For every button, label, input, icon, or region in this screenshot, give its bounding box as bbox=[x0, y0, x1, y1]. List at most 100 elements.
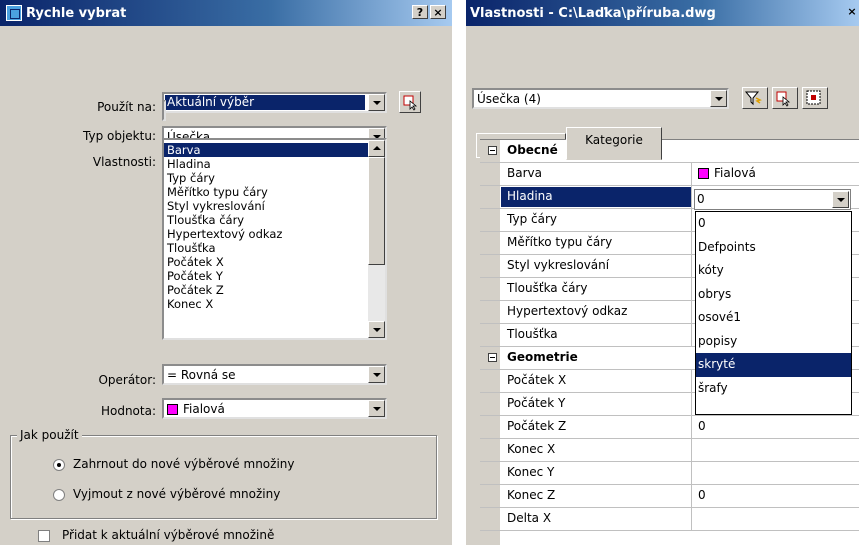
append-checkbox-label[interactable]: Přidat k aktuální výběrové množině bbox=[62, 528, 274, 542]
column-divider bbox=[691, 163, 692, 185]
column-divider bbox=[691, 393, 692, 415]
column-divider bbox=[691, 439, 692, 461]
scroll-up-icon[interactable] bbox=[368, 140, 385, 157]
object-type-label: Typ objektu: bbox=[83, 129, 156, 143]
value-text: Fialová bbox=[183, 402, 225, 416]
column-divider bbox=[691, 324, 692, 346]
property-name: Delta X bbox=[507, 511, 552, 525]
column-divider bbox=[691, 232, 692, 254]
layer-option[interactable]: kóty bbox=[696, 259, 851, 283]
property-row[interactable]: Konec Y bbox=[480, 462, 859, 485]
how-to-apply-label: Jak použít bbox=[17, 428, 82, 442]
close-button[interactable]: × bbox=[844, 5, 859, 19]
properties-titlebar[interactable]: Vlastnosti - C:\Laďka\příruba.dwg × bbox=[466, 0, 859, 26]
property-list-item[interactable]: Hladina bbox=[164, 157, 385, 171]
layer-option[interactable]: šrafy bbox=[696, 377, 851, 401]
append-checkbox[interactable] bbox=[38, 530, 50, 542]
select-objects-button[interactable] bbox=[399, 91, 421, 113]
exclude-radio[interactable] bbox=[53, 489, 65, 501]
property-row[interactable]: Konec X bbox=[480, 439, 859, 462]
layer-option[interactable]: obrys bbox=[696, 283, 851, 307]
select-objects-icon bbox=[776, 91, 791, 107]
scroll-down-icon[interactable] bbox=[368, 321, 385, 338]
property-list-item[interactable]: Hypertextový odkaz bbox=[164, 227, 385, 241]
property-value[interactable]: 0 bbox=[698, 419, 706, 433]
layer-option[interactable]: 0 bbox=[696, 212, 851, 236]
property-name: Tloušťka bbox=[507, 327, 558, 341]
layer-option[interactable]: skryté bbox=[696, 353, 851, 377]
property-name: Konec Z bbox=[507, 488, 556, 502]
select-objects-icon bbox=[403, 95, 418, 111]
property-row[interactable]: Konec Z 0 bbox=[480, 485, 859, 508]
property-row[interactable]: Počátek Z 0 bbox=[480, 416, 859, 439]
column-divider bbox=[691, 255, 692, 277]
collapse-icon[interactable] bbox=[488, 353, 497, 362]
property-list-item[interactable]: Barva bbox=[164, 143, 385, 157]
properties-palette: Vlastnosti - C:\Laďka\příruba.dwg × Úseč… bbox=[466, 0, 859, 545]
value-select[interactable]: Fialová bbox=[162, 398, 387, 419]
property-name: Konec X bbox=[507, 442, 556, 456]
layer-option[interactable]: popisy bbox=[696, 330, 851, 354]
select-objects-button[interactable] bbox=[772, 87, 798, 109]
property-row[interactable]: Delta X bbox=[480, 508, 859, 531]
exclude-radio-label[interactable]: Vyjmout z nové výběrové množiny bbox=[73, 487, 280, 501]
layer-option[interactable]: osové1 bbox=[696, 306, 851, 330]
chevron-down-icon[interactable] bbox=[368, 94, 385, 111]
property-list-item[interactable]: Počátek Z bbox=[164, 283, 385, 297]
chevron-down-icon[interactable] bbox=[368, 400, 385, 417]
palette-title: Vlastnosti - C:\Laďka\příruba.dwg bbox=[470, 5, 716, 21]
properties-label: Vlastnosti: bbox=[92, 155, 156, 169]
column-divider bbox=[691, 278, 692, 300]
layer-dropdown-list[interactable]: 0 Defpoints kóty obrys osové1 popisy skryté šra… bbox=[695, 211, 852, 415]
apply-to-select[interactable]: Aktuální výběr bbox=[162, 92, 387, 113]
property-name: Počátek X bbox=[507, 373, 567, 387]
property-name: Konec Y bbox=[507, 465, 555, 479]
include-radio[interactable] bbox=[53, 459, 65, 471]
property-value[interactable]: Fialová bbox=[698, 166, 756, 180]
selection-select[interactable]: Úsečka (4) bbox=[472, 88, 729, 109]
quick-select-icon bbox=[806, 90, 821, 105]
quick-select-titlebar[interactable]: Rychle vybrat ? × bbox=[0, 0, 452, 26]
property-list-item[interactable]: Počátek X bbox=[164, 255, 385, 269]
quick-select-button[interactable] bbox=[802, 87, 828, 109]
property-list-item[interactable]: Styl vykreslování bbox=[164, 199, 385, 213]
how-to-apply-group: Jak použít bbox=[10, 428, 437, 519]
app-icon bbox=[6, 5, 22, 21]
toggle-pickadd-button[interactable] bbox=[742, 87, 768, 109]
property-list-item[interactable]: Typ čáry bbox=[164, 171, 385, 185]
property-list-item[interactable]: Tloušťka čáry bbox=[164, 213, 385, 227]
property-list-item[interactable]: Měřítko typu čáry bbox=[164, 185, 385, 199]
scroll-thumb[interactable] bbox=[368, 157, 385, 265]
property-name: Měřítko typu čáry bbox=[507, 235, 613, 249]
operator-select[interactable]: = Rovná se bbox=[162, 364, 387, 385]
chevron-down-icon[interactable] bbox=[368, 366, 385, 383]
property-value-text: Fialová bbox=[714, 166, 756, 180]
properties-scrollbar[interactable] bbox=[368, 140, 385, 338]
property-name: Počátek Z bbox=[507, 419, 567, 433]
column-divider bbox=[691, 370, 692, 392]
help-button[interactable]: ? bbox=[412, 5, 428, 19]
property-row[interactable]: Barva Fialová bbox=[480, 163, 859, 186]
property-name: Styl vykreslování bbox=[507, 258, 610, 272]
properties-list[interactable]: Barva Hladina Typ čáry Měřítko typu čáry Sty… bbox=[162, 138, 387, 340]
include-radio-label[interactable]: Zahrnout do nové výběrové množiny bbox=[73, 457, 294, 471]
property-name: Obecné bbox=[507, 143, 558, 157]
property-list-item[interactable]: Konec X bbox=[164, 297, 385, 311]
tab-categorized[interactable]: Kategorie bbox=[566, 127, 662, 160]
selection-value: Úsečka (4) bbox=[477, 92, 541, 106]
property-value[interactable]: 0 bbox=[698, 488, 706, 502]
operator-value: = Rovná se bbox=[167, 368, 236, 382]
property-value-text: 0 bbox=[698, 419, 706, 433]
property-list-item[interactable]: Počátek Y bbox=[164, 269, 385, 283]
chevron-down-icon[interactable] bbox=[710, 90, 727, 107]
property-list-item[interactable]: Tloušťka bbox=[164, 241, 385, 255]
collapse-icon[interactable] bbox=[488, 146, 497, 155]
close-button[interactable]: × bbox=[430, 5, 446, 19]
category-row[interactable]: Obecné bbox=[480, 140, 859, 163]
column-divider bbox=[691, 416, 692, 438]
column-divider bbox=[691, 209, 692, 231]
layer-cell-value: 0 bbox=[697, 192, 705, 206]
chevron-down-icon[interactable] bbox=[832, 191, 849, 208]
layer-cell-input[interactable]: 0 bbox=[694, 189, 851, 210]
layer-option[interactable]: Defpoints bbox=[696, 236, 851, 260]
